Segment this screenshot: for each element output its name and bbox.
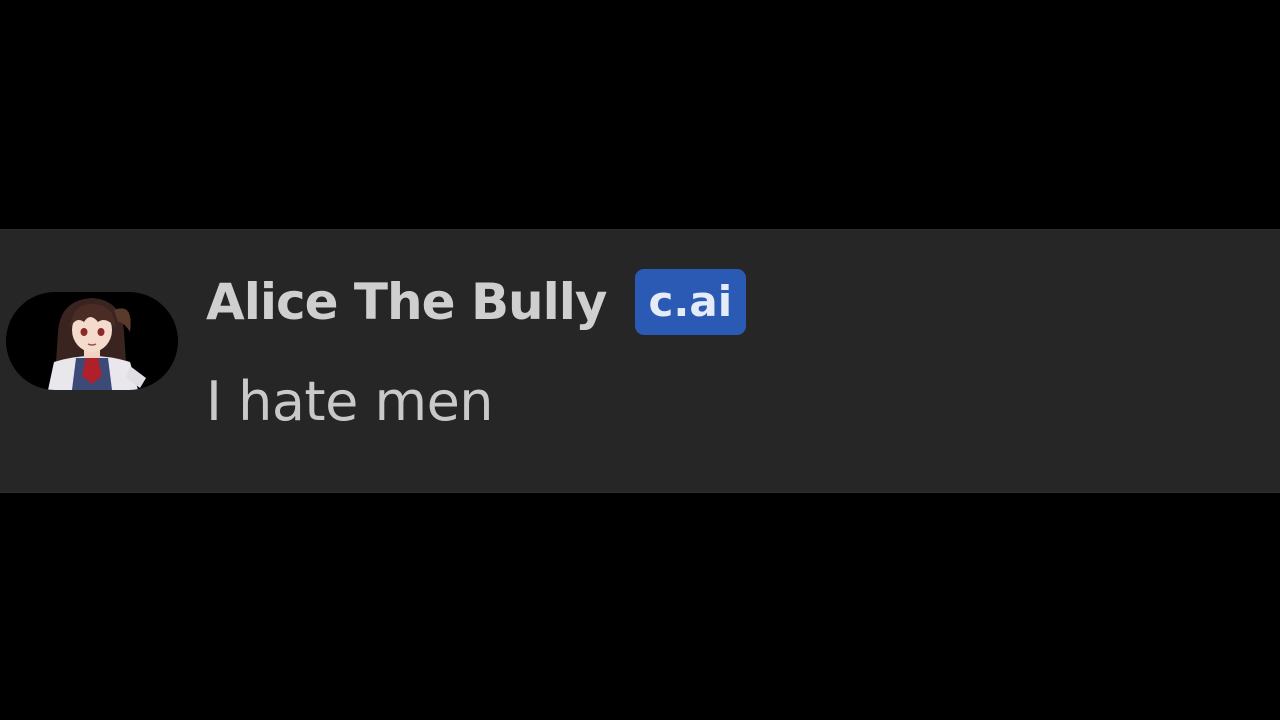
message-text: I hate men bbox=[206, 370, 494, 433]
chat-message: Alice The Bully c.ai I hate men bbox=[0, 229, 1280, 493]
author-avatar[interactable] bbox=[6, 292, 178, 390]
author-name[interactable]: Alice The Bully bbox=[206, 273, 608, 331]
message-header: Alice The Bully c.ai bbox=[206, 266, 747, 338]
bot-badge: c.ai bbox=[634, 269, 747, 335]
anime-character-avatar-icon bbox=[48, 298, 146, 390]
